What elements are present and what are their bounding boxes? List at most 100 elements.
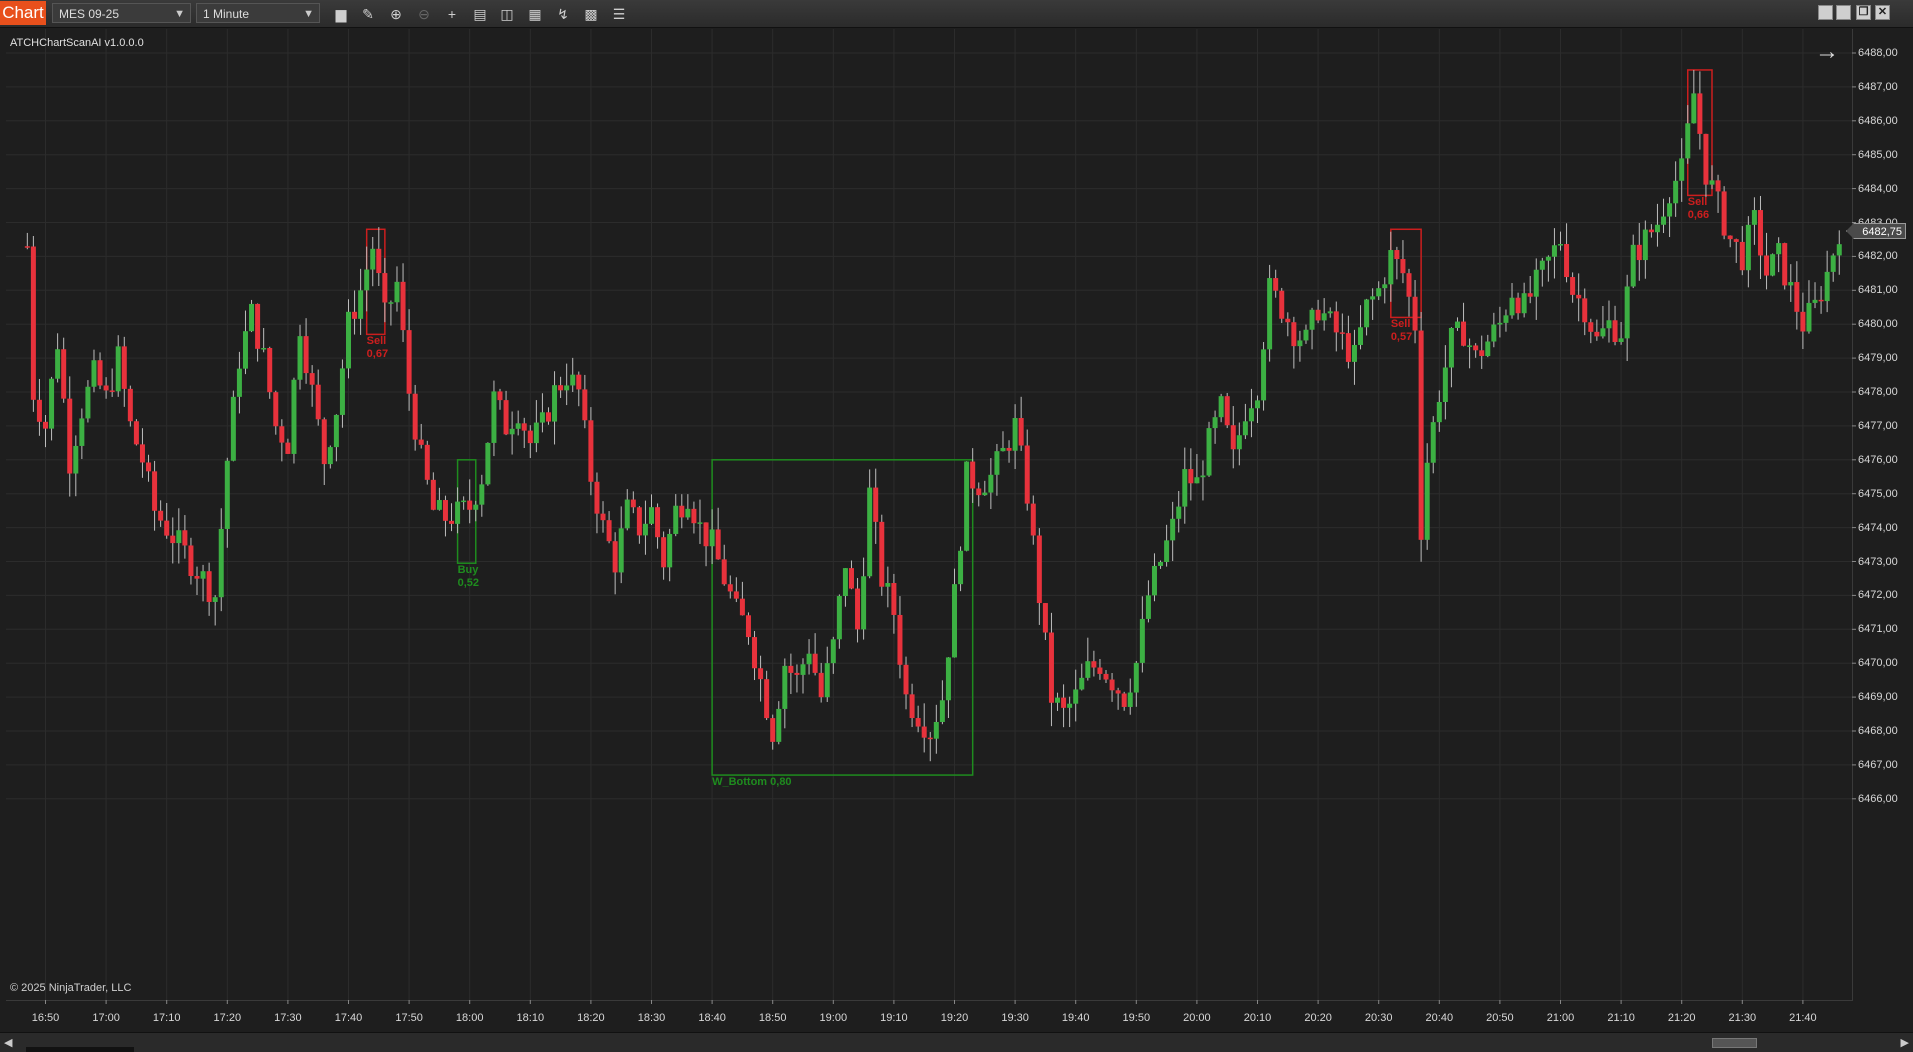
pattern-label-text: Buy <box>457 564 479 577</box>
candle-body <box>212 597 218 602</box>
candle-body <box>1212 417 1218 429</box>
candle-body <box>1400 259 1406 274</box>
candle-body <box>812 653 818 673</box>
candle-body <box>1370 296 1376 300</box>
candle-body <box>1570 277 1576 295</box>
candle-body <box>267 348 273 393</box>
candle-body <box>703 522 709 547</box>
candle-body <box>97 360 103 386</box>
candle-body <box>1545 256 1551 261</box>
candle-body <box>61 349 67 399</box>
candle-body <box>1285 318 1291 323</box>
candle-body <box>1200 475 1206 478</box>
candle-body <box>1418 330 1424 540</box>
pattern-box-sell <box>365 228 386 336</box>
candle-body <box>127 388 133 422</box>
candle-body <box>570 374 576 386</box>
candle-body <box>1109 679 1115 691</box>
candle-body <box>1388 250 1394 285</box>
candle-body <box>1018 418 1024 446</box>
time-label: 21:00 <box>1546 1012 1575 1024</box>
candle-body <box>1061 697 1067 708</box>
candle-body <box>1654 224 1660 233</box>
candle-body <box>533 422 539 444</box>
pattern-label-score: 0,57 <box>1390 331 1413 344</box>
pattern-label-text: W_Bottom 0,80 <box>712 776 792 789</box>
candle-body <box>1794 282 1800 312</box>
time-label: 17:10 <box>152 1012 181 1024</box>
candle-body <box>545 412 551 422</box>
candle-body <box>891 583 897 615</box>
candle-body <box>988 474 994 493</box>
candle-body <box>1036 535 1042 604</box>
candle-body <box>1521 293 1527 314</box>
candle-body <box>497 391 503 401</box>
candle-body <box>485 442 491 485</box>
candle-body <box>824 663 830 698</box>
arrow-right-icon[interactable]: → <box>1815 38 1839 66</box>
candle-body <box>30 246 36 400</box>
candle-body <box>146 462 152 472</box>
candle-body <box>1594 331 1600 337</box>
candle-body <box>1351 344 1357 362</box>
candle-body <box>594 481 600 514</box>
candle-body <box>285 442 291 454</box>
candle-body <box>1339 332 1345 334</box>
price-axis[interactable] <box>1853 29 1913 1002</box>
candle-body <box>133 421 139 445</box>
candle-body <box>661 537 667 568</box>
price-label: 6486,00 <box>1858 114 1898 127</box>
candle-body <box>333 414 339 448</box>
scroll-right-icon[interactable]: ▶ <box>1901 1036 1909 1049</box>
candle-body <box>1800 311 1806 332</box>
candle-body <box>903 664 909 695</box>
candle-body <box>867 487 873 577</box>
candle-body <box>218 528 224 598</box>
candle-body <box>1776 243 1782 255</box>
candle-body <box>1618 338 1624 342</box>
candle-body <box>721 559 727 585</box>
candle-body <box>1236 435 1242 450</box>
candle-body <box>36 399 42 422</box>
pattern-label-buy: Buy 0,52 <box>458 564 479 590</box>
candle-body <box>24 246 30 248</box>
candle-body <box>1812 299 1818 303</box>
time-label: 19:10 <box>880 1012 908 1024</box>
candle-body <box>1836 244 1842 256</box>
candle-body <box>1230 425 1236 450</box>
candle-body <box>1255 400 1260 409</box>
candle-body <box>1485 341 1491 357</box>
scroll-thumb[interactable] <box>1712 1038 1757 1048</box>
candle-body <box>291 379 297 454</box>
horizontal-scrollbar[interactable]: ◀ ▶ <box>0 1032 1913 1052</box>
candle-body <box>1606 320 1612 329</box>
candle-body <box>376 248 382 274</box>
candle-body <box>1564 244 1570 278</box>
candle-body <box>1497 322 1503 325</box>
candle-body <box>152 471 158 511</box>
candle-body <box>1824 271 1830 302</box>
candle-body <box>1012 418 1018 451</box>
candle-body <box>1103 673 1109 680</box>
candle-body <box>1527 293 1533 297</box>
candle-body <box>1073 689 1079 704</box>
time-label: 18:30 <box>637 1012 666 1024</box>
candle-body <box>715 529 721 560</box>
candle-body <box>630 499 636 508</box>
scroll-left-icon[interactable]: ◀ <box>4 1036 12 1049</box>
candle-body <box>370 248 376 270</box>
candle-body <box>303 336 309 374</box>
candle-body <box>1782 243 1788 286</box>
candle-body <box>649 507 654 524</box>
candle-body <box>509 428 515 435</box>
candle-body <box>224 460 230 529</box>
candle-body <box>958 550 964 585</box>
candle-body <box>673 505 679 534</box>
candle-body <box>346 311 351 369</box>
candle-body <box>1376 288 1382 297</box>
candle-body <box>103 385 109 391</box>
candle-body <box>85 386 91 419</box>
candle-body <box>1539 260 1545 270</box>
candle-body <box>636 507 642 536</box>
price-label: 6480,00 <box>1858 318 1898 331</box>
